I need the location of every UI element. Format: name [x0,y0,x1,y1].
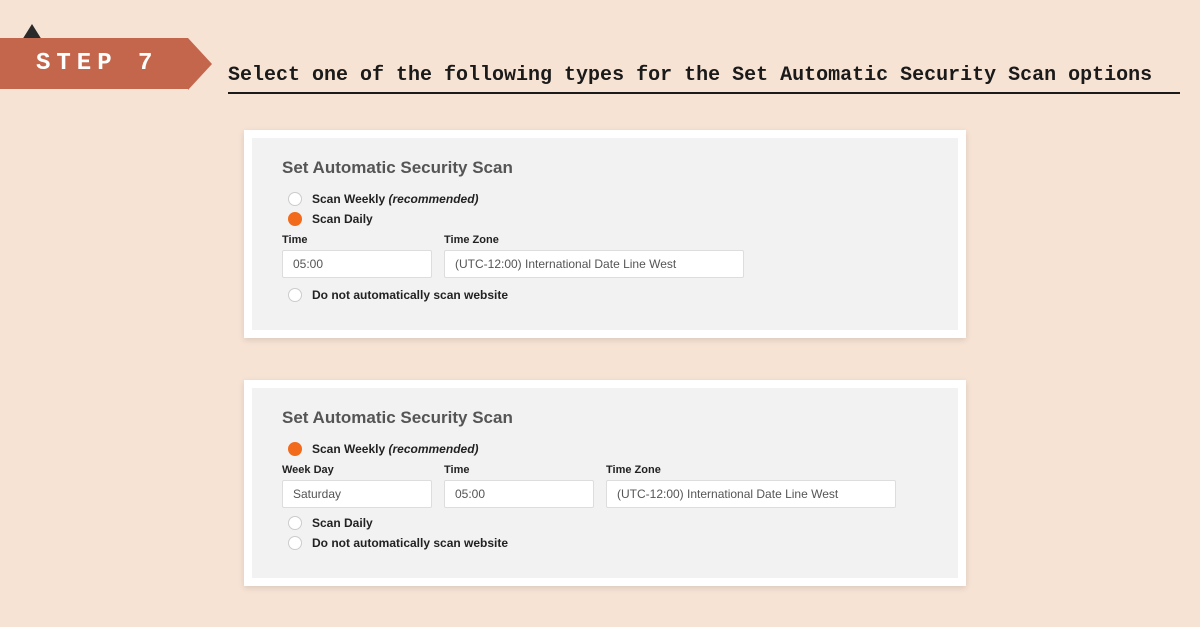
timezone-select[interactable]: (UTC-12:00) International Date Line West [606,480,896,508]
radio-icon [288,288,302,302]
option-label: Scan Daily [312,212,373,226]
option-label: Scan Daily [312,516,373,530]
option-label: Scan Weekly (recommended) [312,192,479,206]
weekday-label: Week Day [282,464,432,476]
radio-icon [288,516,302,530]
scan-panel-daily: Set Automatic Security Scan Scan Weekly … [244,130,966,338]
option-label: Scan Weekly (recommended) [312,442,479,456]
panel-title: Set Automatic Security Scan [282,408,928,428]
option-scan-daily[interactable]: Scan Daily [288,212,928,226]
option-scan-weekly[interactable]: Scan Weekly (recommended) [288,442,928,456]
radio-icon [288,192,302,206]
opt-weekly-text: Scan Weekly [312,442,385,456]
radio-selected-icon [288,442,302,456]
time-input[interactable]: 05:00 [444,480,594,508]
divider [228,92,1180,94]
field-row: Week Day Saturday Time 05:00 Time Zone (… [282,464,928,508]
time-label: Time [444,464,594,476]
radio-icon [288,536,302,550]
time-input[interactable]: 05:00 [282,250,432,278]
instruction-text: Select one of the following types for th… [228,64,1152,87]
panel-inner: Set Automatic Security Scan Scan Weekly … [252,138,958,330]
option-scan-daily[interactable]: Scan Daily [288,516,928,530]
opt-weekly-text: Scan Weekly [312,192,385,206]
option-scan-weekly[interactable]: Scan Weekly (recommended) [288,192,928,206]
weekday-select[interactable]: Saturday [282,480,432,508]
timezone-field-group: Time Zone (UTC-12:00) International Date… [606,464,896,508]
opt-weekly-recommended: (recommended) [389,442,479,456]
timezone-label: Time Zone [444,234,744,246]
field-row: Time 05:00 Time Zone (UTC-12:00) Interna… [282,234,928,278]
panel-inner: Set Automatic Security Scan Scan Weekly … [252,388,958,578]
time-field-group: Time 05:00 [444,464,594,508]
option-label: Do not automatically scan website [312,536,508,550]
timezone-field-group: Time Zone (UTC-12:00) International Date… [444,234,744,278]
time-field-group: Time 05:00 [282,234,432,278]
time-label: Time [282,234,432,246]
timezone-label: Time Zone [606,464,896,476]
timezone-select[interactable]: (UTC-12:00) International Date Line West [444,250,744,278]
weekday-field-group: Week Day Saturday [282,464,432,508]
panel-title: Set Automatic Security Scan [282,158,928,178]
scan-panel-weekly: Set Automatic Security Scan Scan Weekly … [244,380,966,586]
opt-weekly-recommended: (recommended) [389,192,479,206]
option-no-scan[interactable]: Do not automatically scan website [288,536,928,550]
radio-selected-icon [288,212,302,226]
option-label: Do not automatically scan website [312,288,508,302]
step-badge: STEP 7 [0,38,188,89]
option-no-scan[interactable]: Do not automatically scan website [288,288,928,302]
